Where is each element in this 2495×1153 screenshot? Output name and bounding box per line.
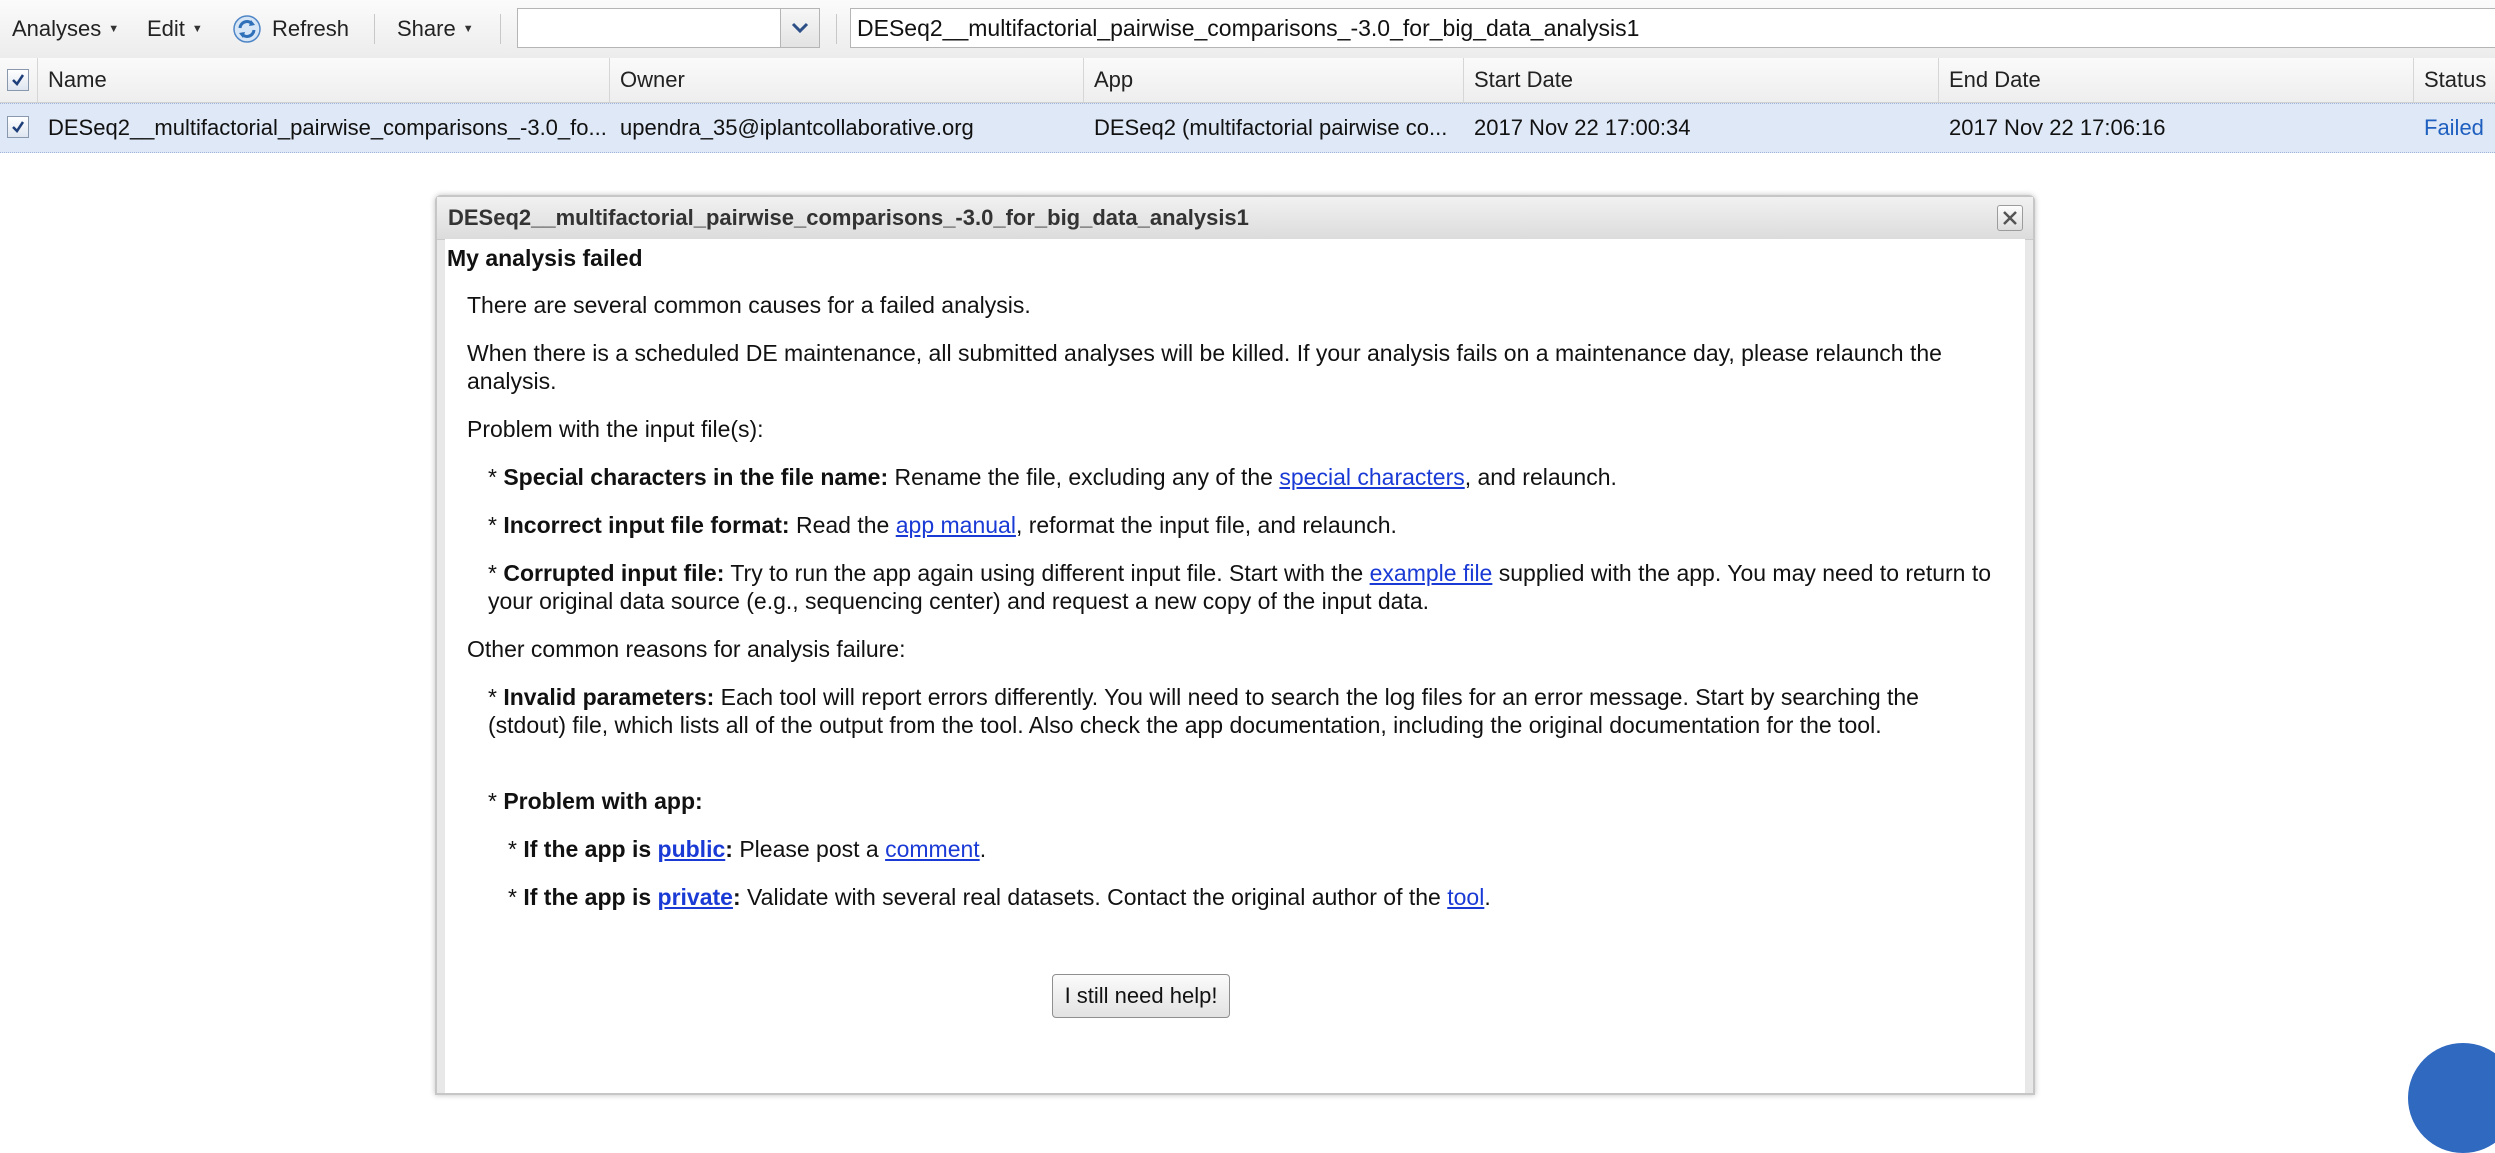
check-icon: [12, 74, 25, 86]
share-menu-label: Share: [397, 16, 456, 41]
dialog-body: My analysis failed There are several com…: [445, 239, 2025, 1093]
intro-text: There are several common causes for a fa…: [467, 292, 1031, 318]
bullet: *: [488, 788, 504, 814]
column-header-name[interactable]: Name: [38, 58, 610, 102]
filter-combo-input[interactable]: [518, 9, 780, 47]
share-menu-button[interactable]: Share ▼: [397, 0, 474, 58]
dialog-header[interactable]: DESeq2__multifactorial_pairwise_comparis…: [437, 197, 2033, 240]
incorrect-format-label: Incorrect input file format:: [503, 512, 790, 538]
special-characters-text-end: , and relaunch.: [1464, 464, 1617, 490]
maintenance-text: When there is a scheduled DE maintenance…: [467, 340, 1942, 394]
analyses-menu-button[interactable]: Analyses ▼: [12, 0, 119, 58]
chevron-down-icon: ▼: [191, 23, 203, 35]
table-row[interactable]: DESeq2__multifactorial_pairwise_comparis…: [0, 103, 2495, 153]
edit-menu-label: Edit: [147, 16, 185, 41]
toolbar: Analyses ▼ Edit ▼ Refresh Share ▼: [0, 0, 2495, 59]
chevron-down-icon: ▼: [462, 23, 474, 35]
select-all-column: [0, 58, 38, 102]
filter-combo[interactable]: [517, 8, 820, 48]
analyses-menu-label: Analyses: [12, 16, 102, 41]
toolbar-divider: [374, 14, 375, 44]
bullet: *: [508, 836, 524, 862]
special-characters-item: * Special characters in the file name: R…: [488, 463, 2018, 491]
column-header-status[interactable]: Status: [2414, 58, 2495, 102]
check-icon: [12, 121, 25, 133]
close-button[interactable]: [1997, 205, 2023, 231]
failure-help-dialog: DESeq2__multifactorial_pairwise_comparis…: [435, 195, 2035, 1095]
refresh-label: Refresh: [272, 16, 350, 41]
cell-start-date: 2017 Nov 22 17:00:34: [1474, 115, 1691, 140]
grid-header: Name Owner App Start Date End Date Statu…: [0, 58, 2495, 103]
toolbar-divider: [500, 14, 501, 44]
cell-end-date: 2017 Nov 22 17:06:16: [1949, 115, 2166, 140]
search-input[interactable]: [850, 8, 2495, 48]
tool-link[interactable]: tool: [1447, 884, 1484, 910]
cell-app: DESeq2 (multifactorial pairwise co...: [1094, 115, 1448, 140]
public-app-label-colon: :: [725, 836, 733, 862]
public-app-text-end: .: [979, 836, 987, 862]
bullet: *: [488, 684, 504, 710]
private-app-label-text: If the app is: [523, 884, 658, 910]
cell-name[interactable]: DESeq2__multifactorial_pairwise_comparis…: [38, 104, 610, 152]
public-app-item: * If the app is public: Please post a co…: [508, 835, 2018, 863]
chevron-down-icon: [791, 22, 809, 34]
column-header-end-date[interactable]: End Date: [1939, 58, 2414, 102]
corrupted-file-item: * Corrupted input file: Try to run the a…: [488, 559, 2023, 615]
bullet: *: [488, 464, 504, 490]
close-icon: [2003, 211, 2017, 225]
incorrect-format-item: * Incorrect input file format: Read the …: [488, 511, 2018, 539]
public-link[interactable]: public: [658, 836, 726, 862]
dialog-heading: My analysis failed: [447, 245, 643, 271]
refresh-button[interactable]: Refresh: [232, 0, 349, 58]
special-characters-text: Rename the file, excluding any of the: [888, 464, 1280, 490]
private-app-item: * If the app is private: Validate with s…: [508, 883, 2018, 911]
problem-with-app-item: * Problem with app:: [488, 787, 2018, 815]
private-app-label-colon: :: [732, 884, 741, 910]
incorrect-format-text-end: , reformat the input file, and relaunch.: [1015, 512, 1397, 538]
chevron-down-icon: ▼: [108, 23, 120, 35]
combo-dropdown-trigger[interactable]: [780, 9, 819, 47]
incorrect-format-text: Read the: [789, 512, 896, 538]
dialog-title: DESeq2__multifactorial_pairwise_comparis…: [448, 205, 1249, 230]
corrupted-file-label: Corrupted input file:: [503, 560, 725, 586]
refresh-icon: [233, 15, 261, 43]
public-app-label-text: If the app is: [523, 836, 658, 862]
cell-owner: upendra_35@iplantcollaborative.org: [620, 115, 974, 140]
bullet: *: [508, 884, 524, 910]
app-manual-link[interactable]: app manual: [896, 512, 1016, 538]
input-problem-heading: Problem with the input file(s):: [467, 416, 764, 442]
still-need-help-button[interactable]: I still need help!: [1052, 974, 1230, 1018]
toolbar-divider: [836, 14, 837, 44]
row-checkbox[interactable]: [7, 116, 29, 138]
problem-with-app-label: Problem with app:: [503, 788, 703, 814]
public-app-label: If the app is public:: [523, 836, 733, 862]
bullet: *: [488, 560, 504, 586]
chat-widget-button[interactable]: [2408, 1043, 2495, 1153]
column-header-owner[interactable]: Owner: [610, 58, 1084, 102]
special-characters-label: Special characters in the file name:: [503, 464, 889, 490]
edit-menu-button[interactable]: Edit ▼: [147, 0, 203, 58]
bullet: *: [488, 512, 504, 538]
status-failed-link[interactable]: Failed: [2414, 104, 2495, 152]
other-reasons-heading: Other common reasons for analysis failur…: [467, 636, 906, 662]
example-file-link[interactable]: example file: [1370, 560, 1493, 586]
private-app-text: Validate with several real datasets. Con…: [740, 884, 1448, 910]
select-all-checkbox[interactable]: [7, 69, 29, 91]
column-header-start-date[interactable]: Start Date: [1464, 58, 1939, 102]
invalid-parameters-label: Invalid parameters:: [503, 684, 715, 710]
special-characters-link[interactable]: special characters: [1279, 464, 1464, 490]
private-link[interactable]: private: [658, 884, 733, 910]
invalid-parameters-item: * Invalid parameters: Each tool will rep…: [488, 683, 1998, 739]
public-app-text: Please post a: [732, 836, 886, 862]
corrupted-file-text: Try to run the app again using different…: [724, 560, 1370, 586]
private-app-text-end: .: [1484, 884, 1491, 910]
private-app-label: If the app is private:: [523, 884, 740, 910]
column-header-app[interactable]: App: [1084, 58, 1464, 102]
comment-link[interactable]: comment: [885, 836, 980, 862]
